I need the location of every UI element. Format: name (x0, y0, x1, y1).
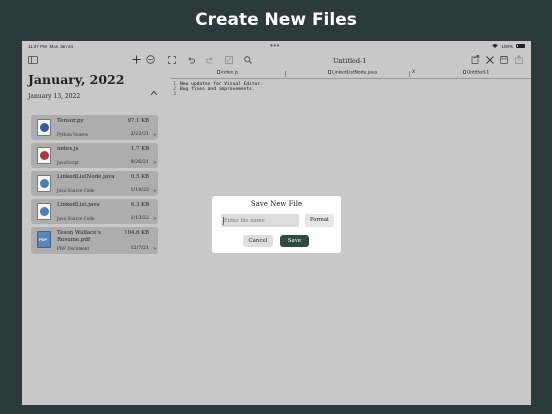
export-icon[interactable] (515, 55, 523, 64)
file-date: 1/13/22 (130, 216, 150, 221)
file-name: Tensor.py (57, 118, 84, 124)
battery-percent: 100% (501, 43, 513, 49)
tab-close-button[interactable]: X (412, 70, 415, 79)
file-size: 0.5 KB (131, 174, 149, 180)
file-card[interactable]: Tensor.py Python Source 97.1 KB 2/22/21» (31, 115, 158, 140)
save-disk-icon[interactable] (500, 56, 508, 64)
text-cursor (223, 216, 224, 225)
more-options-icon[interactable]: » (153, 216, 156, 222)
file-name: index.js (57, 146, 79, 152)
java-file-icon (37, 175, 51, 192)
tab-label: LinkedListNode.java (332, 70, 378, 76)
dialog-title: Save New File (250, 200, 303, 208)
more-options-icon[interactable]: » (153, 188, 156, 194)
file-date: 12/7/21 (130, 246, 150, 251)
fullscreen-icon[interactable] (168, 56, 176, 64)
status-right: 100% (492, 44, 525, 49)
file-name: Teson Wallace's Resume.pdf (57, 230, 101, 243)
file-size: 6.3 KB (131, 202, 149, 208)
battery-icon (516, 43, 525, 49)
undo-icon[interactable] (187, 56, 195, 64)
save-new-file-dialog: Save New File Format Cancel Save (212, 196, 341, 253)
tab-divider (285, 71, 286, 77)
search-icon[interactable] (244, 56, 252, 64)
file-name: LinkedListNode.java (57, 174, 115, 180)
tab-divider (409, 71, 410, 77)
file-tab-icon (463, 70, 466, 74)
java-file-icon (37, 203, 51, 220)
file-type: PDF Document (57, 246, 90, 251)
edit-icon[interactable] (225, 56, 233, 64)
file-size: 1.7 KB (131, 146, 149, 152)
cancel-button[interactable]: Cancel (243, 235, 273, 247)
tab-label: index.js (221, 70, 239, 76)
file-date: 1/14/22 (130, 188, 150, 193)
editor-tab-bar: index.js LinkedListNode.java X Untitled-… (171, 68, 531, 79)
file-type-glyph (40, 151, 49, 160)
save-button[interactable]: Save (280, 235, 309, 247)
share-file-icon[interactable] (471, 55, 480, 64)
file-size: 104.6 KB (124, 230, 149, 236)
file-type-glyph (40, 179, 49, 188)
file-date: 9/26/21 (130, 160, 150, 165)
pdf-file-icon: PDF (37, 231, 51, 248)
status-bar: 11:27 PM Mon Jan 24 ••• 100% (22, 41, 531, 51)
file-type-glyph (40, 207, 49, 216)
code-editor-text[interactable]: New updates for Visual Editor. Bug fixes… (180, 82, 263, 92)
tab-untitled-1[interactable]: Untitled-1 (463, 70, 489, 79)
pdf-label: PDF (39, 237, 47, 242)
more-options-icon[interactable]: » (153, 160, 156, 166)
editor-title: Untitled-1 (333, 57, 367, 65)
line-number: 3 (173, 92, 176, 97)
file-type: Java Source Code (57, 188, 95, 193)
status-date-text: Mon Jan 24 (49, 44, 73, 49)
python-file-icon (37, 119, 51, 136)
sidebar-title: January, 2022 (28, 72, 125, 87)
file-name: LinkedList.java (57, 202, 100, 208)
headline: Create New Files (195, 10, 357, 30)
file-card[interactable]: LinkedListNode.java Java Source Code 0.5 K… (31, 171, 158, 196)
redo-icon[interactable] (206, 56, 214, 64)
wifi-icon (492, 44, 499, 48)
file-name-input[interactable] (221, 214, 299, 227)
line-number-gutter: 1 2 3 (170, 82, 176, 97)
file-type-glyph (40, 123, 49, 132)
format-button[interactable]: Format (305, 214, 334, 227)
file-date: 2/22/21 (130, 132, 150, 137)
file-tab-icon (217, 70, 220, 74)
file-size: 97.1 KB (127, 118, 149, 124)
status-time: 11:27 PM Mon Jan 24 (28, 44, 73, 49)
file-tab-icon (328, 70, 331, 74)
file-card[interactable]: LinkedList.java Java Source Code 6.3 KB 1/1… (31, 199, 158, 224)
more-options-icon[interactable]: » (153, 246, 156, 252)
file-sidebar: January, 2022 January 13, 2022 Tensor.py… (22, 53, 164, 405)
file-card[interactable]: index.js JavaScript 1.7 KB 9/26/21» (31, 143, 158, 168)
multitasking-dots[interactable]: ••• (270, 41, 280, 50)
chevron-up-icon[interactable] (150, 90, 158, 96)
tab-label: Untitled-1 (467, 70, 490, 76)
javascript-file-icon (37, 147, 51, 164)
file-type: JavaScript (57, 160, 79, 165)
ipad-screen: 11:27 PM Mon Jan 24 ••• 100% Untitled-1 … (22, 41, 531, 405)
section-date-header[interactable]: January 13, 2022 (28, 93, 80, 100)
file-type: Python Source (57, 132, 89, 137)
close-icon[interactable] (486, 56, 494, 64)
tab-index-js[interactable]: index.js (217, 70, 238, 79)
file-type: Java Source Code (57, 216, 95, 221)
status-time-text: 11:27 PM (28, 44, 47, 49)
more-options-icon[interactable]: » (153, 132, 156, 138)
file-card[interactable]: PDF Teson Wallace's Resume.pdf PDF Documen… (31, 227, 158, 254)
tab-linkedlistnode-java[interactable]: LinkedListNode.java (328, 70, 377, 79)
